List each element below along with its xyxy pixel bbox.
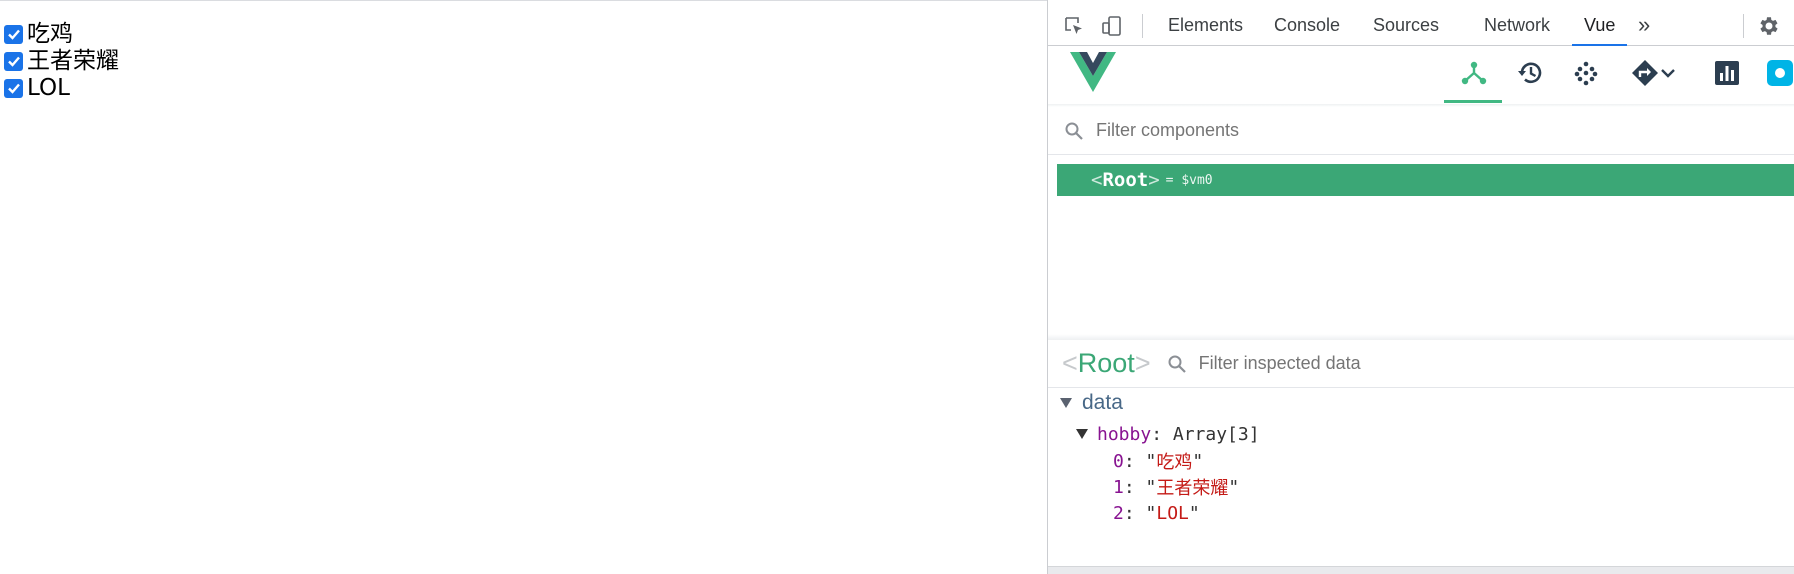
settings-gear-icon[interactable] — [1754, 11, 1784, 41]
data-section-label: data — [1082, 391, 1123, 414]
vuex-dots-icon[interactable] — [1569, 56, 1603, 90]
active-tool-indicator — [1444, 100, 1502, 103]
checkbox-chiji[interactable] — [4, 24, 23, 44]
bottom-scroll-edge — [1048, 566, 1794, 574]
array-value: 王者荣耀 — [1156, 478, 1229, 499]
expand-triangle-icon — [1076, 429, 1088, 439]
toolbar-divider — [1142, 14, 1143, 38]
array-index: 1 — [1113, 476, 1124, 498]
checkbox-lol[interactable] — [4, 78, 23, 98]
chevron-down-icon[interactable] — [1656, 56, 1680, 90]
performance-chart-icon[interactable] — [1710, 56, 1744, 90]
history-timeline-icon[interactable] — [1513, 56, 1547, 90]
filter-inspected-data-input[interactable] — [1198, 353, 1599, 374]
checkbox-label: 吃鸡 — [27, 21, 73, 47]
device-toolbar-icon[interactable] — [1097, 11, 1127, 41]
search-icon — [1167, 354, 1187, 374]
component-vm-alias: = $vm0 — [1165, 172, 1213, 188]
array-item: 1: " 王者荣耀 " — [1113, 473, 1239, 501]
more-tabs-icon[interactable]: » — [1626, 5, 1662, 45]
inspector-header: <Root> — [1048, 340, 1794, 388]
settings-cog-icon[interactable] — [1761, 56, 1794, 90]
checkbox-label: 王者荣耀 — [27, 48, 119, 74]
inspect-element-icon[interactable] — [1059, 11, 1089, 41]
components-tree-icon[interactable] — [1457, 56, 1491, 90]
component-name: <Root> — [1091, 169, 1160, 191]
vue-logo-icon — [1070, 52, 1116, 97]
array-item: 0: " 吃鸡 " — [1113, 447, 1203, 475]
checkbox-row-lol: LOL — [4, 74, 70, 102]
checkbox-row-wangzhe: 王者荣耀 — [4, 47, 119, 75]
search-icon — [1064, 121, 1084, 141]
devtools-toolbar: Elements Console Sources Network Vue » — [1048, 5, 1794, 46]
array-value: LOL — [1156, 502, 1189, 524]
devtools-panel: Elements Console Sources Network Vue » F… — [1047, 0, 1794, 574]
tab-sources[interactable]: Sources — [1361, 5, 1451, 45]
toolbar-divider — [1743, 14, 1744, 38]
prop-type: Array[3] — [1172, 423, 1260, 445]
prop-hobby[interactable]: hobby: Array[3] — [1076, 420, 1260, 448]
data-section-toggle[interactable]: data — [1060, 390, 1123, 416]
tab-console[interactable]: Console — [1262, 5, 1352, 45]
array-index: 0 — [1113, 450, 1124, 472]
vue-devtools-toolbar — [1048, 46, 1794, 104]
filter-components-input[interactable] — [1096, 120, 1696, 141]
tab-vue[interactable]: Vue — [1572, 5, 1628, 46]
rendered-page: 吃鸡 王者荣耀 LOL — [0, 0, 1047, 574]
inspected-data: data hobby: Array[3] 0: " 吃鸡 " 1: " 王者荣耀 " 2… — [1048, 390, 1794, 560]
tab-elements[interactable]: Elements — [1156, 5, 1255, 45]
prop-key: hobby — [1097, 423, 1152, 445]
array-index: 2 — [1113, 502, 1124, 524]
inspected-component-title: <Root> — [1062, 348, 1151, 378]
checkbox-wangzherongyao[interactable] — [4, 51, 23, 71]
tab-network[interactable]: Network — [1472, 5, 1562, 45]
component-tree-root[interactable]: <Root> = $vm0 — [1057, 164, 1794, 196]
filter-components-bar — [1048, 107, 1794, 155]
checkbox-row-chiji: 吃鸡 — [4, 20, 73, 48]
checkbox-label: LOL — [27, 75, 70, 101]
collapse-triangle-icon — [1060, 398, 1072, 408]
screen: 吃鸡 王者荣耀 LOL Elements Console Sources Net… — [0, 0, 1794, 574]
array-item: 2: " LOL " — [1113, 502, 1200, 524]
array-value: 吃鸡 — [1156, 452, 1193, 473]
